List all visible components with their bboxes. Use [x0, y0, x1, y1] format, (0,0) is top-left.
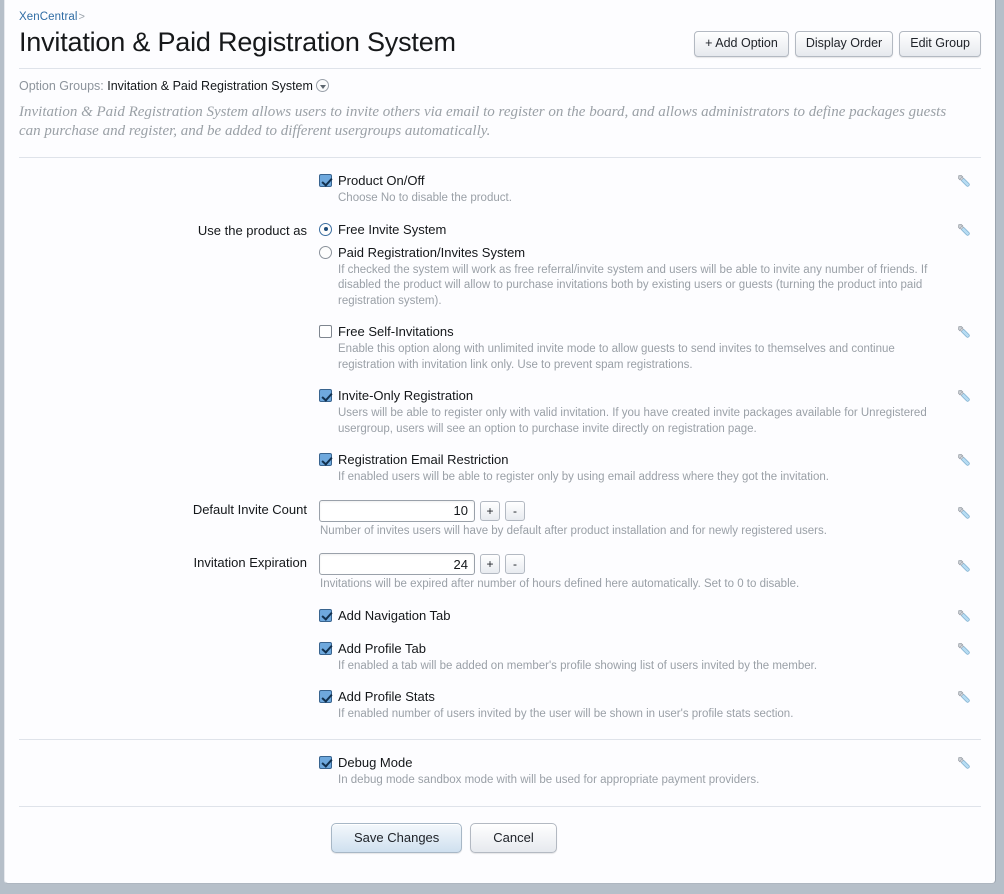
option-label-free-self-invitations[interactable]: Free Self-Invitations — [338, 323, 454, 340]
option-label-debug-mode[interactable]: Debug Mode — [338, 754, 412, 771]
option-row-default-invite-count: Default Invite Count + - Number of invit… — [19, 486, 981, 540]
option-label-invitation-expiration: Invitation Expiration — [193, 555, 307, 570]
option-hint-invitation-expiration: Invitations will be expired after number… — [320, 578, 800, 590]
wrench-icon[interactable] — [955, 754, 973, 772]
options-form: Product On/Off Choose No to disable the … — [19, 158, 981, 853]
option-row-label — [19, 688, 319, 723]
option-row-label — [19, 754, 319, 789]
option-row-invitation-expiration: Invitation Expiration + - Invitations wi… — [19, 539, 981, 593]
wrench-icon[interactable] — [955, 688, 973, 706]
option-groups-label: Option Groups: — [19, 79, 104, 93]
input-default-invite-count[interactable] — [319, 499, 475, 522]
cancel-button[interactable]: Cancel — [470, 823, 557, 853]
save-changes-button[interactable]: Save Changes — [331, 823, 463, 853]
option-row-product-onoff: Product On/Off Choose No to disable the … — [19, 158, 981, 207]
option-groups-bar: Option Groups: Invitation & Paid Registr… — [19, 69, 981, 94]
option-row-label — [19, 640, 319, 675]
option-hint-add-profile-tab: If enabled a tab will be added on member… — [338, 659, 818, 672]
decrement-default-invite-count[interactable]: - — [505, 500, 525, 521]
option-hint-default-invite-count: Number of invites users will have by def… — [320, 524, 827, 537]
radio-paid-registration-system[interactable] — [319, 245, 332, 259]
option-row-label — [19, 323, 319, 373]
wrench-icon[interactable] — [955, 640, 973, 658]
edit-group-button[interactable]: Edit Group — [899, 31, 981, 57]
option-row-product-mode: Use the product as Free Invite System Pa… — [19, 207, 981, 310]
wrench-icon[interactable] — [955, 557, 973, 575]
option-label-product-onoff[interactable]: Product On/Off — [338, 172, 424, 189]
checkbox-debug-mode[interactable] — [319, 755, 332, 769]
chevron-down-icon[interactable] — [315, 79, 329, 92]
add-option-button[interactable]: + Add Option — [694, 31, 789, 57]
breadcrumb: XenCentral> — [19, 0, 981, 23]
option-hint-registration-email-restriction: If enabled users will be able to registe… — [338, 471, 829, 483]
option-row-label — [19, 172, 319, 207]
option-hint-debug-mode: In debug mode sandbox mode with will be … — [338, 773, 760, 786]
wrench-icon[interactable] — [955, 323, 973, 341]
group-description: Invitation & Paid Registration System al… — [19, 104, 947, 139]
option-row-label — [19, 451, 319, 486]
checkbox-registration-email-restriction[interactable] — [319, 453, 332, 466]
option-hint-add-profile-stats: If enabled number of users invited by th… — [338, 708, 794, 720]
checkbox-add-profile-stats[interactable] — [319, 690, 332, 703]
input-invitation-expiration[interactable] — [319, 553, 475, 575]
option-hint-product-mode: If checked the system will work as free … — [338, 263, 928, 307]
wrench-icon[interactable] — [955, 451, 973, 469]
option-hint-free-self-invitations: Enable this option along with unlimited … — [338, 343, 895, 371]
checkbox-add-profile-tab[interactable] — [319, 641, 332, 655]
option-row-invite-only-registration: Invite-Only Registration Users will be a… — [19, 373, 981, 437]
option-label-default-invite-count: Default Invite Count — [192, 501, 307, 517]
breadcrumb-separator: > — [78, 11, 86, 23]
page-header: Invitation & Paid Registration System + … — [19, 23, 981, 69]
option-label-paid-registration-system[interactable]: Paid Registration/Invites System — [338, 244, 525, 261]
option-label-invite-only-registration[interactable]: Invite-Only Registration — [338, 387, 473, 404]
option-hint-invite-only-registration: Users will be able to register only with… — [338, 407, 927, 435]
checkbox-add-navigation-tab[interactable] — [319, 608, 332, 622]
wrench-icon[interactable] — [955, 504, 973, 522]
decrement-invitation-expiration[interactable]: - — [505, 554, 525, 574]
wrench-icon[interactable] — [955, 172, 973, 190]
option-groups-value[interactable]: Invitation & Paid Registration System — [107, 79, 313, 93]
option-row-free-self-invitations: Free Self-Invitations Enable this option… — [19, 309, 981, 373]
page-root: XenCentral> Invitation & Paid Registrati… — [0, 0, 1004, 894]
option-row-label — [19, 387, 319, 437]
wrench-icon[interactable] — [955, 387, 973, 405]
option-label-add-profile-stats[interactable]: Add Profile Stats — [338, 688, 435, 705]
option-row-add-profile-stats: Add Profile Stats If enabled number of u… — [19, 674, 981, 723]
checkbox-product-onoff[interactable] — [319, 174, 332, 187]
option-row-add-profile-tab: Add Profile Tab If enabled a tab will be… — [19, 626, 981, 675]
option-hint-product-onoff: Choose No to disable the product. — [338, 192, 512, 204]
radio-free-invite-system[interactable] — [319, 222, 332, 236]
checkbox-free-self-invitations[interactable] — [319, 325, 332, 338]
option-row-registration-email-restriction: Registration Email Restriction If enable… — [19, 437, 981, 486]
display-order-button[interactable]: Display Order — [794, 31, 894, 57]
option-row-label: Use the product as — [197, 222, 307, 238]
option-row-debug-mode: Debug Mode In debug mode sandbox mode wi… — [19, 740, 981, 789]
option-label-registration-email-restriction[interactable]: Registration Email Restriction — [338, 451, 509, 468]
wrench-icon[interactable] — [955, 607, 973, 625]
admin-content-card: XenCentral> Invitation & Paid Registrati… — [4, 0, 996, 884]
option-label-free-invite-system[interactable]: Free Invite System — [338, 221, 446, 238]
form-actions: Save Changes Cancel — [19, 807, 981, 853]
wrench-icon[interactable] — [955, 221, 973, 239]
checkbox-invite-only-registration[interactable] — [319, 389, 332, 402]
option-label-add-navigation-tab[interactable]: Add Navigation Tab — [338, 607, 451, 624]
option-label-add-profile-tab[interactable]: Add Profile Tab — [338, 640, 426, 657]
increment-default-invite-count[interactable]: + — [480, 500, 500, 521]
header-button-group: + Add Option Display Order Edit Group — [694, 31, 981, 57]
breadcrumb-item-xencentral[interactable]: XenCentral — [19, 11, 78, 23]
increment-invitation-expiration[interactable]: + — [480, 554, 500, 574]
option-row-add-navigation-tab: Add Navigation Tab — [19, 593, 981, 626]
option-row-label — [19, 607, 319, 626]
